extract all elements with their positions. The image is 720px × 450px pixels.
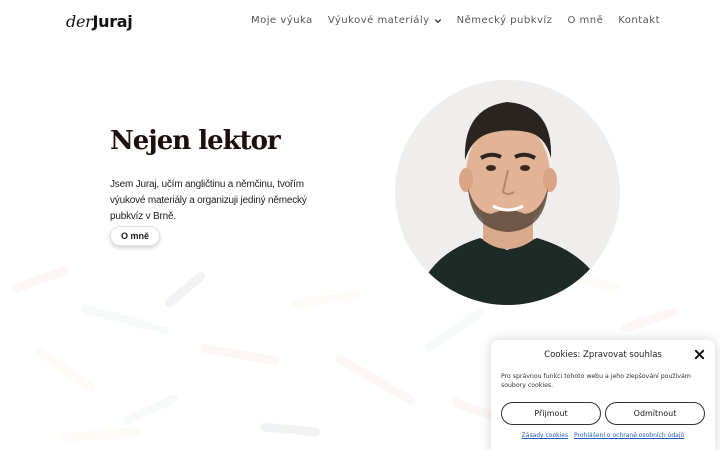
nav-item-nemecky-pubkviz[interactable]: Německý pubkvíz xyxy=(457,15,553,26)
site-header: derJuraj Moje výuka Výukové materiály Ně… xyxy=(0,0,720,44)
nav-item-kontakt[interactable]: Kontakt xyxy=(618,15,660,26)
cookie-policy-link[interactable]: Zásady cookies xyxy=(522,432,568,439)
hero-title: Nejen lektor xyxy=(110,126,281,156)
site-logo[interactable]: derJuraj xyxy=(66,12,133,31)
nav-item-vyukove-materialy[interactable]: Výukové materiály xyxy=(328,15,442,26)
about-me-button[interactable]: O mně xyxy=(110,226,160,246)
logo-prefix: der xyxy=(66,12,93,31)
cookie-links: Zásady cookies Prohlášení o ochraně osob… xyxy=(491,432,715,439)
hero-description: Jsem Juraj, učím angličtinu a němčinu, t… xyxy=(110,179,307,222)
chevron-down-icon xyxy=(434,18,441,23)
cookie-title: Cookies: Zpravovat souhlas xyxy=(544,350,662,360)
accept-cookies-button[interactable]: Přijmout xyxy=(501,402,601,425)
decline-cookies-button[interactable]: Odmítnout xyxy=(605,402,705,425)
main-nav: Moje výuka Výukové materiály Německý pub… xyxy=(251,15,660,26)
nav-item-o-mne[interactable]: O mně xyxy=(567,15,603,26)
close-icon[interactable] xyxy=(694,349,705,360)
cookie-description: Pro správnou funkci tohoto webu a jeho z… xyxy=(501,373,691,389)
privacy-statement-link[interactable]: Prohlášení o ochraně osobních údajů xyxy=(574,432,684,439)
logo-main: Juraj xyxy=(92,12,133,31)
cookie-consent-banner: Cookies: Zpravovat souhlas Pro správnou … xyxy=(491,340,715,450)
nav-item-moje-vyuka[interactable]: Moje výuka xyxy=(251,15,313,26)
nav-item-label: Výukové materiály xyxy=(327,15,430,26)
portrait-photo xyxy=(395,80,620,305)
